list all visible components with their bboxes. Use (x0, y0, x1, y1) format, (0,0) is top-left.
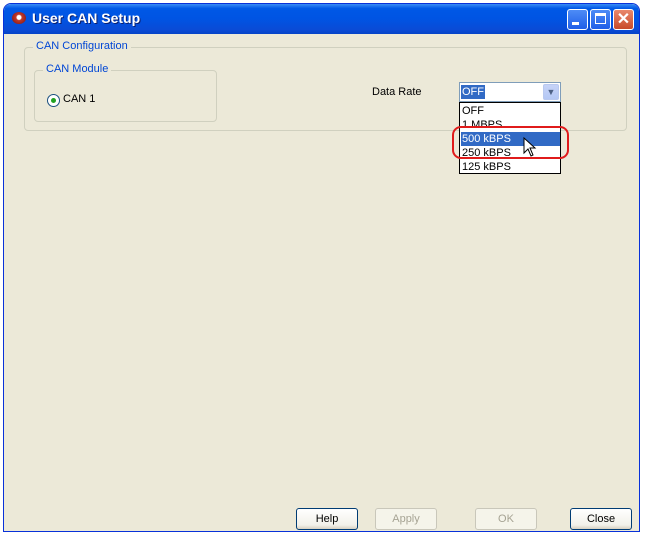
data-rate-current-value: OFF (461, 85, 485, 99)
can-configuration-legend: CAN Configuration (33, 40, 131, 52)
close-icon: ✕ (616, 11, 631, 28)
close-button[interactable]: Close (570, 508, 632, 530)
can-module-group: CAN Module (34, 63, 217, 122)
title-bar[interactable]: User CAN Setup ✕ (4, 4, 639, 34)
apply-button[interactable]: Apply (375, 508, 437, 530)
ok-button[interactable]: OK (475, 508, 537, 530)
maximize-icon (595, 13, 606, 24)
minimize-button[interactable] (567, 9, 588, 30)
data-rate-select[interactable]: OFF ▼ (459, 82, 561, 102)
can-module-legend: CAN Module (43, 63, 112, 75)
annotation-highlight-ring (452, 126, 569, 159)
mouse-cursor-icon (523, 137, 537, 157)
minimize-icon (572, 22, 579, 25)
can1-radio-label[interactable]: CAN 1 (63, 93, 95, 105)
data-rate-label: Data Rate (372, 86, 422, 98)
can1-radio[interactable] (47, 94, 60, 107)
maximize-button[interactable] (590, 9, 611, 30)
close-window-button[interactable]: ✕ (613, 9, 634, 30)
data-rate-option-off[interactable]: OFF (461, 104, 560, 118)
app-icon (12, 12, 26, 24)
chevron-down-icon[interactable]: ▼ (543, 84, 559, 100)
help-button[interactable]: Help (296, 508, 358, 530)
radio-selected-dot (51, 98, 56, 103)
data-rate-option-125kbps[interactable]: 125 kBPS (461, 160, 560, 174)
window-title: User CAN Setup (32, 10, 141, 26)
